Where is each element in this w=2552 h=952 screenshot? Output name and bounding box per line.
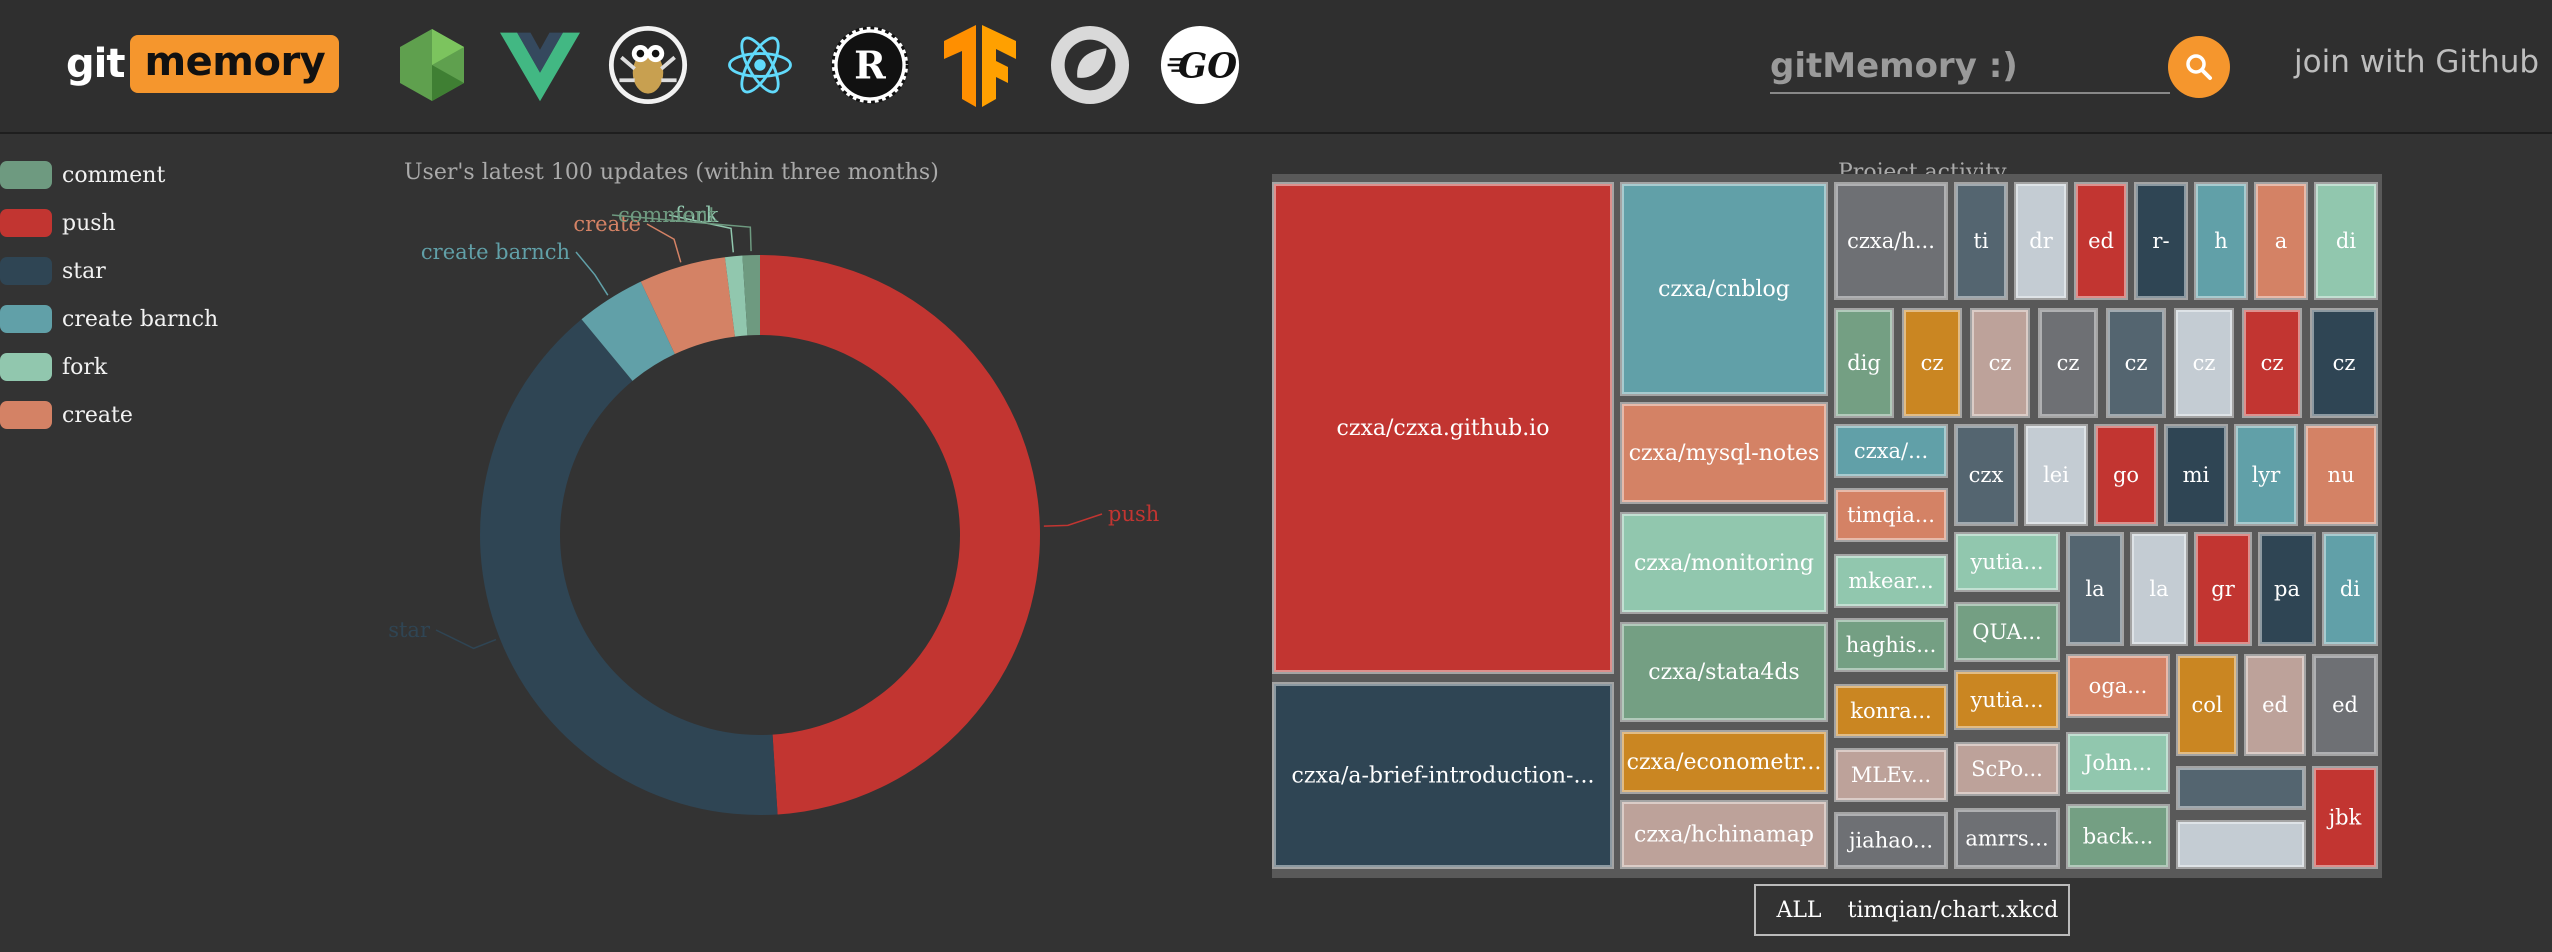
pie-slice-push[interactable] [760,255,1041,815]
pie-label-line-star [435,629,497,650]
join-github-link[interactable]: join with Github [2294,44,2539,80]
pie-slice-star[interactable] [479,319,778,815]
breadcrumb-all[interactable]: ALL [1754,884,1844,936]
search-button[interactable] [2168,36,2230,98]
updates-donut-chart: pushstarcreate barnchcreate forkcomment [388,203,1159,815]
pie-label-line-create-barnch [575,251,609,296]
search-input[interactable] [1770,40,2170,94]
breadcrumb-current[interactable]: timqian/chart.xkcd [1838,884,2070,936]
pie-label-line-create [646,223,682,263]
pie-label-push: push [1108,502,1159,526]
search-icon [2186,54,2212,80]
pie-label-create-barnch: create barnch [421,240,570,264]
pie-label-line-push [1043,513,1103,527]
pie-label-star: star [388,618,431,642]
pie-label-comment: comment [618,203,717,227]
treemap-chart [1272,174,2382,878]
